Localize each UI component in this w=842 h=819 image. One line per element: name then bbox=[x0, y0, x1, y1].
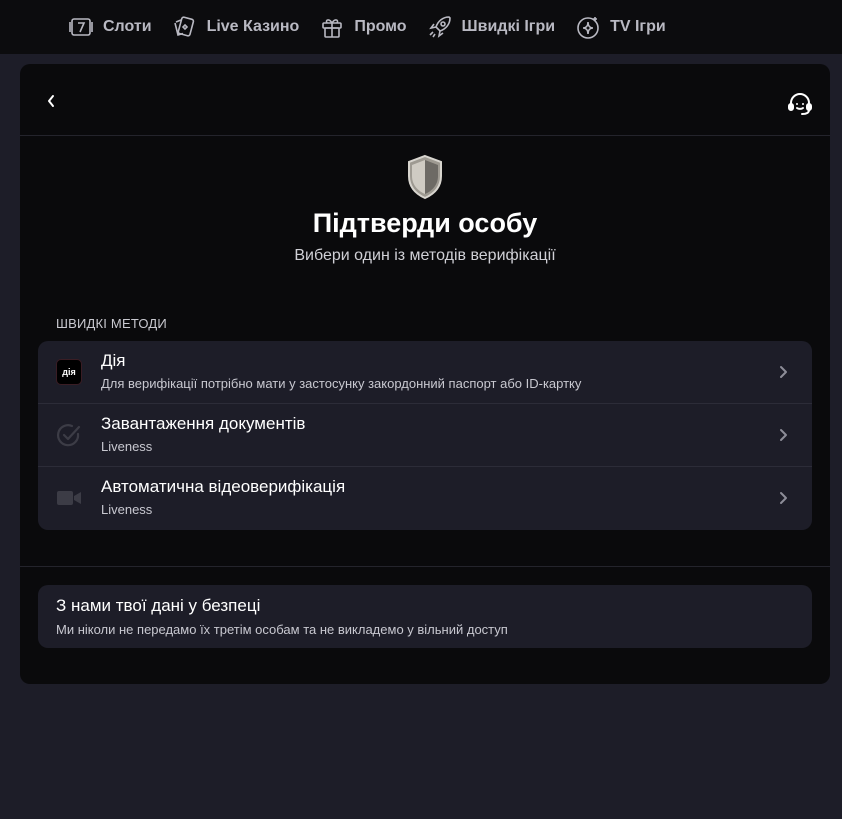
section-label: ШВИДКІ МЕТОДИ bbox=[56, 316, 167, 331]
diia-logo-badge: дія bbox=[56, 359, 82, 385]
nav-item-label: TV Ігри bbox=[610, 18, 666, 35]
cards-icon bbox=[173, 16, 194, 37]
nav-item-promo[interactable]: Промо bbox=[319, 14, 407, 40]
safety-title: З нами твої дані у безпеці bbox=[56, 596, 261, 615]
method-subtitle: Для верифікації потрібно мати у застосун… bbox=[101, 376, 582, 391]
method-title: Дія bbox=[101, 351, 126, 370]
chevron-right-icon bbox=[780, 366, 787, 378]
modal-header bbox=[20, 64, 830, 136]
video-camera-icon bbox=[55, 484, 83, 512]
diia-logo: дія bbox=[55, 358, 83, 386]
safety-text: Ми ніколи не передамо їх третім особам т… bbox=[56, 622, 508, 637]
rocket-icon bbox=[428, 16, 451, 38]
slot-seven-icon bbox=[69, 18, 93, 36]
nav-item-label: Швидкі Ігри bbox=[461, 18, 556, 35]
section-divider bbox=[20, 566, 830, 567]
method-title: Автоматична відеоверифікація bbox=[101, 477, 346, 496]
check-circle-icon bbox=[55, 421, 83, 449]
nav-item-live-casino[interactable]: Live Казино bbox=[172, 14, 300, 40]
method-title: Завантаження документів bbox=[101, 414, 306, 433]
nav-item-tv-games[interactable]: TV Ігри bbox=[575, 14, 666, 40]
top-navigation: Слоти Live Казино Промо Швидкі Ігри TV І… bbox=[0, 0, 842, 54]
sparkle-icon bbox=[577, 17, 599, 39]
nav-item-fast-games[interactable]: Швидкі Ігри bbox=[427, 14, 556, 40]
method-subtitle: Liveness bbox=[101, 439, 153, 454]
nav-item-label: Слоти bbox=[103, 18, 152, 35]
back-button[interactable] bbox=[38, 88, 64, 114]
support-button[interactable] bbox=[786, 90, 814, 118]
method-subtitle: Liveness bbox=[101, 502, 153, 517]
nav-item-slots[interactable]: Слоти bbox=[68, 14, 152, 40]
page-title: Підтверди особу bbox=[312, 208, 538, 238]
method-document-upload[interactable]: Завантаження документів Liveness bbox=[38, 404, 812, 467]
headset-support-icon bbox=[788, 93, 812, 115]
gift-icon bbox=[322, 19, 343, 38]
chevron-right-icon bbox=[780, 492, 787, 504]
chevron-right-icon bbox=[780, 429, 787, 441]
verification-modal: Підтверди особу Вибери один із методів в… bbox=[20, 64, 830, 684]
nav-item-label: Live Казино bbox=[206, 18, 300, 35]
method-video-verification[interactable]: Автоматична відеоверифікація Liveness bbox=[38, 467, 812, 530]
nav-item-label: Промо bbox=[354, 18, 407, 35]
shield-icon bbox=[408, 154, 442, 200]
method-diia[interactable]: дія Дія Для верифікації потрібно мати у … bbox=[38, 341, 812, 404]
chevron-left-icon bbox=[48, 95, 54, 107]
data-safety-card: З нами твої дані у безпеці Ми ніколи не … bbox=[38, 585, 812, 648]
verification-methods-list: дія Дія Для верифікації потрібно мати у … bbox=[38, 341, 812, 530]
page-subtitle: Вибери один із методів верифікації bbox=[294, 247, 556, 264]
